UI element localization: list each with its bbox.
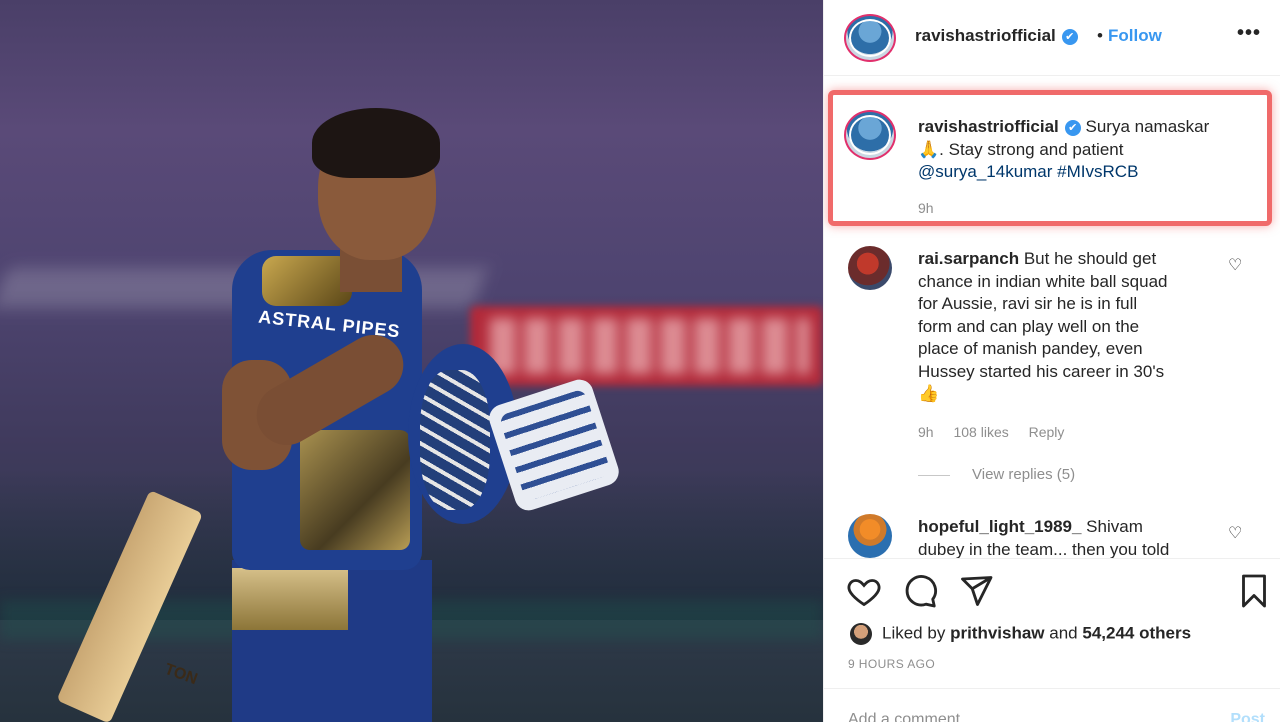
post-timestamp: 9 HOURS AGO <box>848 657 936 671</box>
caption-line-1: Surya namaskar <box>1085 117 1210 136</box>
caption-text: ravishastriofficial ✔ Surya namaskar 🙏. S… <box>918 116 1248 184</box>
comment-username[interactable]: rai.sarpanch <box>918 249 1019 268</box>
caption-author-avatar[interactable] <box>844 110 896 160</box>
verified-badge-icon: ✔ <box>1064 119 1081 136</box>
comments-list[interactable]: ravishastriofficial ✔ Surya namaskar 🙏. S… <box>824 76 1280 558</box>
commenter-avatar[interactable] <box>848 246 892 290</box>
liker-avatar[interactable] <box>850 623 872 645</box>
jersey-shoulder-pattern <box>262 256 352 306</box>
comment-like-heart-icon[interactable]: ♡ <box>1228 526 1246 542</box>
liked-prefix: Liked by <box>882 623 946 643</box>
comment-meta: 9h 108 likes Reply <box>918 424 1080 440</box>
post-photo[interactable]: TON ASTRAL PIPES <box>0 0 823 722</box>
comment-like-heart-icon[interactable]: ♡ <box>1228 258 1246 274</box>
stadium-banner-text <box>490 318 810 374</box>
comment-reply-button[interactable]: Reply <box>1029 424 1065 440</box>
author-avatar[interactable] <box>844 14 896 62</box>
comment-line: chance in indian white ball squad <box>918 271 1168 291</box>
comment-username[interactable]: hopeful_light_1989_ <box>918 517 1081 536</box>
player-belt <box>232 568 348 630</box>
comment-text: rai.sarpanch But he should get chance in… <box>918 248 1218 406</box>
post-side-panel: ravishastriofficial ✔ • Follow ••• ravish… <box>823 0 1280 722</box>
add-comment-input[interactable]: Add a comment… <box>848 711 976 722</box>
comment-text: hopeful_light_1989_ Shivam dubey in the … <box>918 516 1218 558</box>
post-comment-button[interactable]: Post <box>1230 711 1265 722</box>
commenter-avatar[interactable] <box>848 514 892 558</box>
comment-line: form and can play well on the <box>918 316 1140 336</box>
liked-others[interactable]: 54,244 others <box>1082 623 1191 642</box>
separator-dot: • <box>1097 26 1103 45</box>
comment-line: dubey in the team... then you told <box>918 539 1170 559</box>
comment-line: Hussey started his career in 30's <box>918 361 1165 381</box>
add-comment-bar: Add a comment… Post <box>824 688 1280 722</box>
liked-and: and <box>1049 623 1078 643</box>
post-actions: Liked by prithvishaw and 54,244 others 9… <box>824 558 1280 688</box>
view-replies-label[interactable]: View replies (5) <box>972 466 1075 483</box>
replies-divider <box>918 474 950 476</box>
comment-line: Shivam <box>1086 517 1143 536</box>
comment-bubble-icon[interactable] <box>902 573 938 609</box>
like-heart-icon[interactable] <box>846 573 882 609</box>
helmet-grill <box>420 370 490 510</box>
caption-line-2: 🙏. Stay strong and patient <box>918 139 1124 159</box>
player-hair <box>312 108 440 178</box>
comment-line: But he should get <box>1023 249 1157 268</box>
author-name[interactable]: ravishastriofficial ✔ <box>915 26 1078 46</box>
caption-mention-link[interactable]: @surya_14kumar <box>918 162 1052 181</box>
jersey-gold-pattern <box>300 430 410 550</box>
caption-time: 9h <box>918 200 934 216</box>
follow-button[interactable]: Follow <box>1108 26 1162 46</box>
caption-username[interactable]: ravishastriofficial <box>918 117 1059 136</box>
verified-badge-icon: ✔ <box>1061 28 1078 45</box>
comment-line: place of manish pandey, even <box>918 339 1143 358</box>
share-send-icon[interactable] <box>958 573 994 609</box>
likes-summary[interactable]: Liked by prithvishaw and 54,244 others <box>850 623 1191 645</box>
bat-brand-text: TON <box>162 660 200 689</box>
post-header: ravishastriofficial ✔ • Follow ••• <box>824 0 1280 76</box>
more-options-icon[interactable]: ••• <box>1237 22 1261 45</box>
comment-line: for Aussie, ravi sir he is in full <box>918 294 1138 313</box>
save-bookmark-icon[interactable] <box>1236 573 1272 609</box>
liked-user[interactable]: prithvishaw <box>950 623 1044 642</box>
comment-time: 9h <box>918 424 934 440</box>
comment-line: 👍 <box>918 384 940 403</box>
author-username[interactable]: ravishastriofficial <box>915 26 1056 45</box>
comment-likes[interactable]: 108 likes <box>953 424 1008 440</box>
view-replies-button[interactable]: View replies (5) <box>918 466 1075 483</box>
caption-hashtag-link[interactable]: #MIvsRCB <box>1057 162 1138 181</box>
